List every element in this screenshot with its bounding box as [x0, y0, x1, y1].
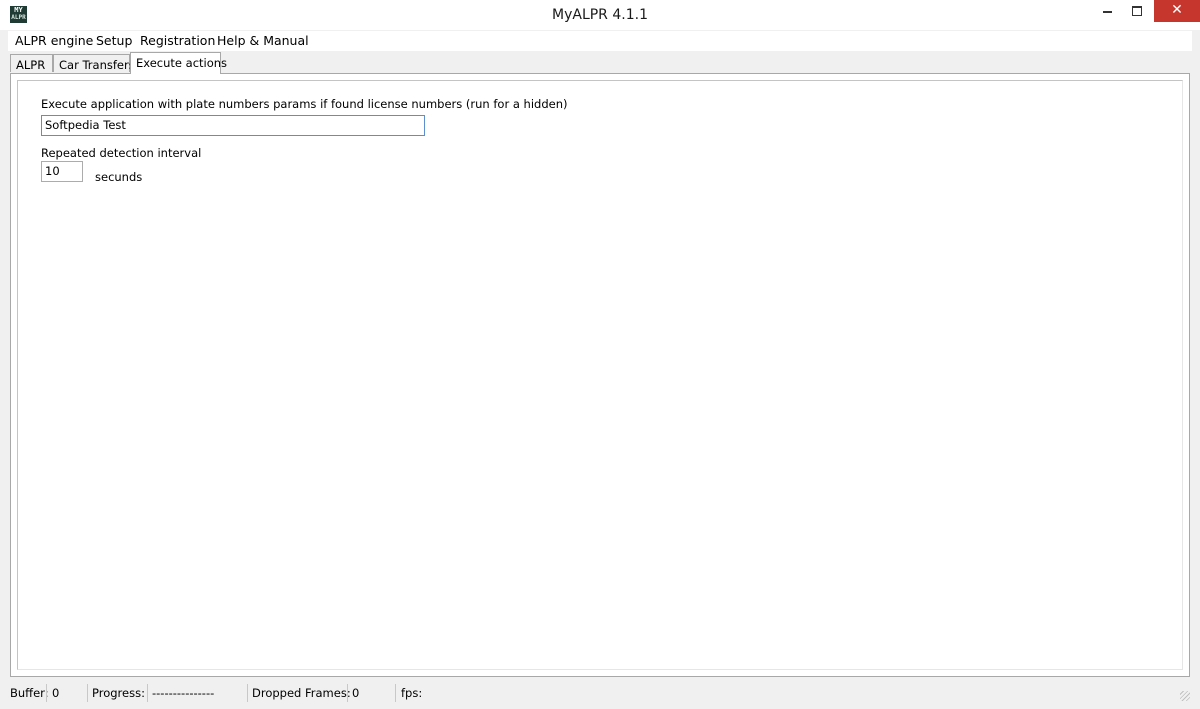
- menu-registration[interactable]: Registration: [140, 33, 215, 48]
- close-icon: ✕: [1171, 2, 1183, 18]
- panel-content: Execute application with plate numbers p…: [17, 80, 1183, 670]
- status-divider: [247, 684, 248, 702]
- execute-app-label: Execute application with plate numbers p…: [41, 97, 568, 111]
- status-divider: [347, 684, 348, 702]
- window-title: MyALPR 4.1.1: [552, 7, 648, 23]
- close-button[interactable]: ✕: [1154, 0, 1200, 22]
- progress-label: Progress:: [92, 686, 145, 700]
- interval-label: Repeated detection interval: [41, 146, 202, 160]
- status-bar: Buffer: 0 Progress: --------------- Drop…: [8, 682, 1192, 703]
- minimize-button[interactable]: [1090, 0, 1124, 22]
- menu-alpr-engine[interactable]: ALPR engine: [15, 33, 93, 48]
- fps-label: fps:: [401, 686, 423, 700]
- progress-value: ---------------: [152, 686, 215, 700]
- maximize-icon: [1132, 6, 1142, 16]
- status-divider: [147, 684, 148, 702]
- tab-strip: ALPR Car Transfers Execute actions: [8, 52, 1192, 74]
- status-divider: [46, 684, 47, 702]
- buffer-label: Buffer:: [10, 686, 49, 700]
- status-divider: [87, 684, 88, 702]
- interval-input[interactable]: 10: [41, 161, 83, 182]
- tab-execute-actions[interactable]: Execute actions: [130, 52, 227, 74]
- execute-app-input[interactable]: Softpedia Test: [41, 115, 425, 136]
- buffer-value: 0: [52, 686, 60, 700]
- resize-grip-icon[interactable]: [1180, 691, 1190, 701]
- title-bar[interactable]: MY ALPR MyALPR 4.1.1 ✕: [0, 0, 1200, 30]
- dropped-frames-value: 0: [352, 686, 360, 700]
- execute-actions-panel: Execute application with plate numbers p…: [10, 73, 1190, 677]
- menu-help-manual[interactable]: Help & Manual: [217, 33, 309, 48]
- tab-alpr[interactable]: ALPR: [10, 54, 53, 72]
- interval-unit-label: secunds: [95, 170, 143, 184]
- dropped-frames-label: Dropped Frames:: [252, 686, 351, 700]
- status-divider: [395, 684, 396, 702]
- menu-setup[interactable]: Setup: [96, 33, 132, 48]
- minimize-icon: [1103, 11, 1112, 13]
- tab-car-transfers[interactable]: Car Transfers: [53, 54, 135, 72]
- menu-bar: ALPR engine Setup Registration Help & Ma…: [8, 31, 1192, 51]
- app-window: MY ALPR MyALPR 4.1.1 ✕ ALPR engine Setup…: [0, 0, 1200, 709]
- maximize-button[interactable]: [1124, 0, 1150, 22]
